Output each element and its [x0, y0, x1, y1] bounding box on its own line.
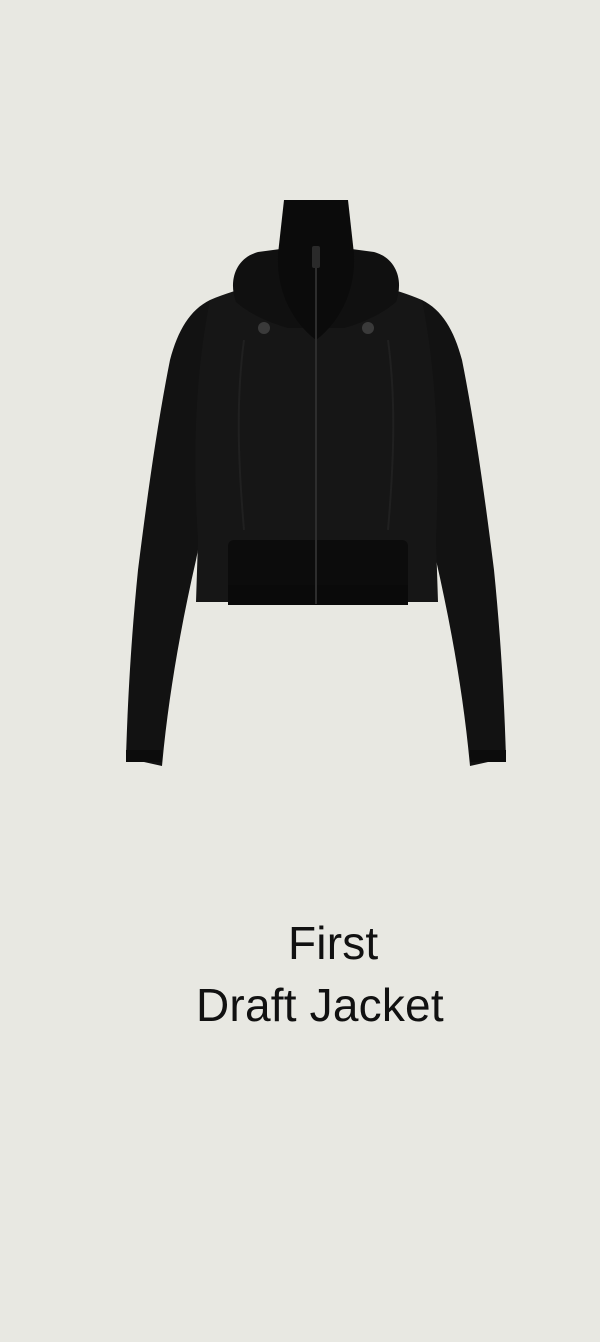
- product-title-line-2: Draft Jacket: [196, 979, 444, 1031]
- jacket-illustration-icon: [126, 200, 506, 766]
- product-title[interactable]: First Draft Jacket: [0, 912, 600, 1036]
- product-card[interactable]: First Draft Jacket: [0, 0, 600, 1342]
- product-image[interactable]: [118, 190, 514, 780]
- product-title-line-1: First: [288, 917, 379, 969]
